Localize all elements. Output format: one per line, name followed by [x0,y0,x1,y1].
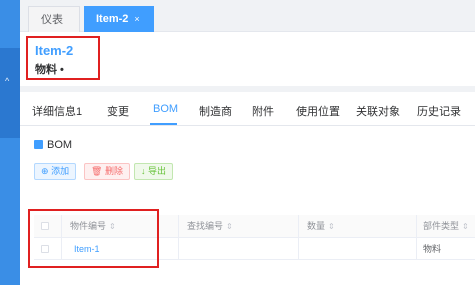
tab-manufacturer[interactable]: 制造商 [199,103,232,119]
bom-section-title: BOM [47,139,73,151]
column-header-qty[interactable]: 数量 ⇕ [299,215,417,237]
tab-related-objects[interactable]: 关联对象 [356,103,400,119]
active-tab-indicator [150,123,177,125]
delete-button[interactable]: 🗑 删除 [84,163,130,180]
bom-section-header: BOM [34,139,72,151]
tab-change[interactable]: 变更 [107,103,129,119]
tab-history[interactable]: 历史记录 [417,103,461,119]
tab-item-2[interactable]: Item-2 × [84,6,154,32]
cell-find-no [179,238,299,259]
delete-button-label: 删除 [104,166,123,176]
highlight-box-row [28,209,159,268]
page-title: Item-2 [35,43,74,58]
sidebar-active-item[interactable] [0,48,20,138]
cell-qty [299,238,417,259]
tab-dashboard[interactable]: 仪表板 [28,6,80,52]
export-button[interactable]: ↓ 导出 [134,163,174,180]
close-icon[interactable]: × [134,14,139,24]
tab-attachments[interactable]: 附件 [252,103,274,119]
column-header-qty-label: 数量 [307,221,326,231]
tab-details[interactable]: 详细信息1 [32,103,82,119]
sort-icon[interactable]: ⇕ [328,222,335,231]
column-header-part-type[interactable]: 部件类型 ⇕ [417,215,475,237]
column-header-part-type-label: 部件类型 [423,221,460,231]
page-tabbar: 仪表板 Item-2 × [20,0,475,52]
left-sidebar: ^ [0,0,20,285]
bom-icon [34,140,43,149]
download-icon: ↓ [141,166,146,176]
detail-tabs: 详细信息1 变更 BOM 制造商 附件 使用位置 关联对象 历史记录 [20,92,475,126]
cell-part-type: 物料 [423,244,442,254]
sort-icon[interactable]: ⇕ [226,222,233,231]
column-header-find-no-label: 查找编号 [187,221,224,231]
plus-circle-icon: ⊕ [41,166,49,176]
object-header: Item-2 物料 • [20,32,475,86]
sort-icon[interactable]: ⇕ [462,222,469,231]
export-button-label: 导出 [148,166,167,176]
column-header-find-no[interactable]: 查找编号 ⇕ [179,215,299,237]
add-button-label: 添加 [51,166,70,176]
tab-bom[interactable]: BOM [153,103,178,115]
chevron-up-icon[interactable]: ^ [5,76,9,86]
object-type: 物料 • [35,64,64,76]
add-button[interactable]: ⊕ 添加 [34,163,77,180]
tab-item-2-label: Item-2 [96,13,129,25]
trash-icon: 🗑 [91,166,103,176]
tab-where-used[interactable]: 使用位置 [296,103,340,119]
